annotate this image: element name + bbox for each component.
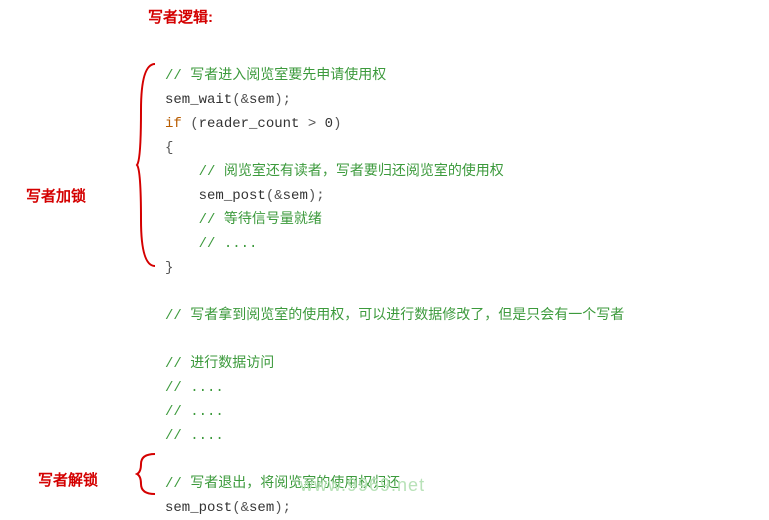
code-token: (&	[232, 92, 249, 108]
code-comment: // 写者进入阅览室要先申请使用权	[165, 68, 386, 84]
bracket-lock-icon	[135, 60, 159, 270]
code-token: sem_post	[199, 188, 266, 204]
code-token: }	[165, 260, 173, 276]
label-writer-unlock: 写者解锁	[38, 469, 98, 490]
code-comment: // 进行数据访问	[165, 356, 274, 372]
code-block: // 写者进入阅览室要先申请使用权 sem_wait(&sem); if (re…	[165, 40, 624, 520]
code-token: sem_wait	[165, 92, 232, 108]
code-token: (	[182, 116, 199, 132]
code-token: sem_post	[165, 500, 232, 516]
code-token: >	[299, 116, 324, 132]
code-token: sem	[283, 188, 308, 204]
code-token: );	[274, 92, 291, 108]
code-comment: // ....	[165, 380, 224, 396]
code-comment: // ....	[165, 404, 224, 420]
code-token: sem	[249, 500, 274, 516]
label-writer-lock: 写者加锁	[26, 185, 86, 206]
code-token: sem	[249, 92, 274, 108]
bracket-unlock-icon	[135, 450, 159, 498]
code-token: reader_count	[199, 116, 300, 132]
code-token: )	[333, 116, 341, 132]
code-keyword: if	[165, 116, 182, 132]
code-token: (&	[266, 188, 283, 204]
code-token: );	[308, 188, 325, 204]
code-comment: // 等待信号量就绪	[199, 212, 322, 228]
code-comment: // ....	[165, 428, 224, 444]
code-token: 0	[325, 116, 333, 132]
code-comment: // 写者拿到阅览室的使用权，可以进行数据修改了，但是只会有一个写者	[165, 308, 624, 324]
code-token: (&	[232, 500, 249, 516]
code-comment: // 阅览室还有读者，写者要归还阅览室的使用权	[199, 164, 504, 180]
code-comment: // 写者退出，将阅览室的使用权归还	[165, 476, 400, 492]
code-token: );	[274, 500, 291, 516]
code-token: {	[165, 140, 173, 156]
code-comment: // ....	[199, 236, 258, 252]
title-writer-logic: 写者逻辑:	[148, 6, 213, 27]
